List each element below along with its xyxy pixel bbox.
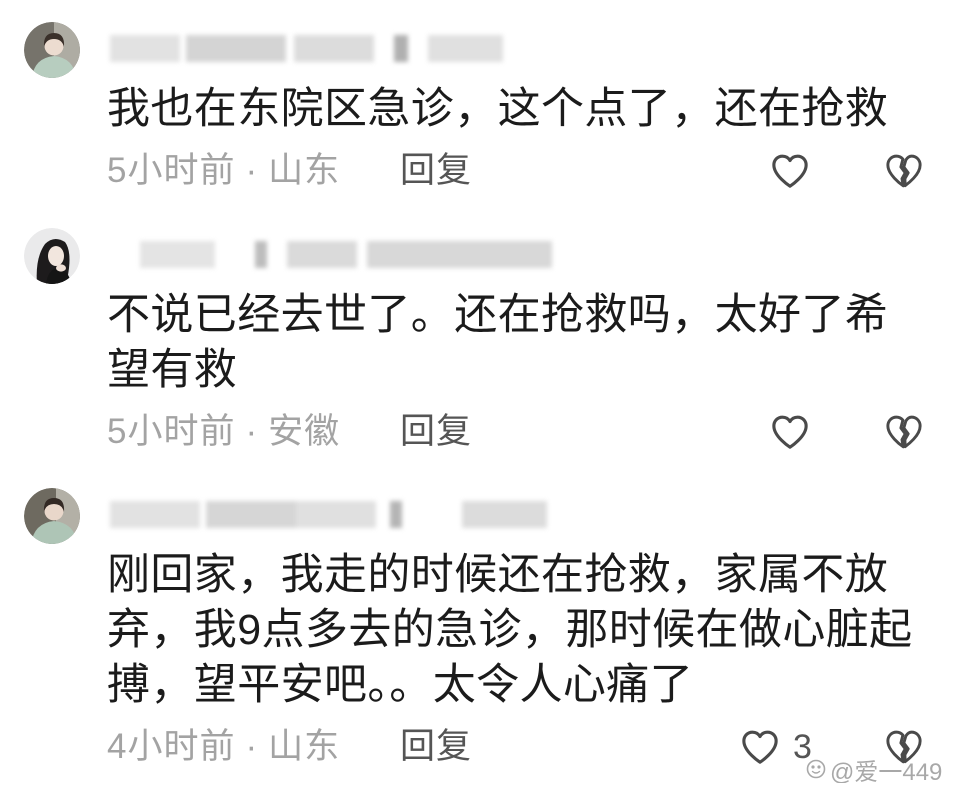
comment-time: 5小时前	[107, 412, 236, 451]
like-button[interactable]	[738, 725, 782, 769]
like-button[interactable]	[768, 149, 812, 193]
username-blur-block	[110, 501, 200, 528]
username-blur-block	[140, 241, 215, 268]
watermark-logo-icon	[806, 759, 826, 779]
heart-outline-icon	[742, 730, 778, 764]
username-blur-gap	[286, 35, 294, 62]
meta-separator: ·	[245, 151, 259, 190]
heart-outline-icon	[772, 415, 808, 449]
comment-location: 山东	[268, 727, 341, 766]
username-blur-block	[186, 35, 286, 62]
comment-text-line: 刚回家，我走的时候还在抢救，家属不放	[107, 551, 889, 599]
comment-text-line: 弃，我9点多去的急诊，那时候在做心脏起	[107, 606, 913, 654]
username-blur-gap	[215, 241, 255, 268]
username-blurred[interactable]	[110, 501, 547, 528]
avatar[interactable]	[24, 488, 80, 544]
avatar[interactable]	[24, 22, 80, 78]
comment-text-line: 我也在东院区急诊，这个点了，还在抢救	[107, 85, 889, 133]
comment-meta: 5小时前 · 山东 回复	[107, 147, 957, 195]
reply-button[interactable]: 回复	[400, 408, 472, 456]
comment-time: 4小时前	[107, 727, 236, 766]
watermark-text: @爱一449	[830, 758, 943, 784]
username-blur-block	[394, 35, 408, 62]
comment-text: 我也在东院区急诊，这个点了，还在抢救	[107, 82, 957, 137]
username-blur-block	[390, 501, 402, 528]
username-blur-block	[255, 241, 267, 268]
comment-meta-info: 5小时前 · 安徽	[107, 408, 340, 456]
broken-heart-icon	[886, 154, 922, 188]
username-blur-gap	[376, 501, 390, 528]
comment-meta: 5小时前 · 安徽 回复	[107, 408, 957, 456]
comment-body: 不说已经去世了。还在抢救吗，太好了希 望有救 5小时前 · 安徽 回复	[107, 288, 957, 456]
comment-list: 我也在东院区急诊，这个点了，还在抢救 5小时前 · 山东 回复 不说已经去世了。…	[0, 0, 970, 800]
username-blurred[interactable]	[140, 241, 552, 268]
comment-body: 刚回家，我走的时候还在抢救，家属不放 弃，我9点多去的急诊，那时候在做心脏起 搏…	[107, 548, 957, 771]
dislike-button[interactable]	[882, 410, 926, 454]
username-blur-block	[206, 501, 296, 528]
username-blur-block	[462, 501, 547, 528]
username-blur-block	[110, 35, 180, 62]
comment-text-line: 不说已经去世了。还在抢救吗，太好了希	[107, 291, 889, 339]
avatar-image	[24, 22, 80, 78]
username-blurred[interactable]	[110, 35, 503, 62]
comment-location: 安徽	[268, 412, 341, 451]
username-blur-block	[367, 241, 552, 268]
broken-heart-icon	[886, 415, 922, 449]
username-blur-gap	[357, 241, 367, 268]
avatar-image	[24, 228, 80, 284]
reply-button[interactable]: 回复	[400, 147, 472, 195]
watermark: @爱一449	[806, 755, 942, 783]
comment-text: 不说已经去世了。还在抢救吗，太好了希 望有救	[107, 288, 957, 398]
comment-meta-info: 5小时前 · 山东	[107, 147, 340, 195]
username-blur-block	[296, 501, 376, 528]
username-blur-gap	[267, 241, 287, 268]
like-button[interactable]	[768, 410, 812, 454]
username-blur-gap	[408, 35, 428, 62]
username-blur-block	[294, 35, 374, 62]
avatar[interactable]	[24, 228, 80, 284]
comment-text: 刚回家，我走的时候还在抢救，家属不放 弃，我9点多去的急诊，那时候在做心脏起 搏…	[107, 548, 957, 713]
reply-button[interactable]: 回复	[400, 723, 472, 771]
heart-outline-icon	[772, 154, 808, 188]
meta-separator: ·	[245, 412, 259, 451]
comment-text-line: 搏，望平安吧。。太令人心痛了	[107, 661, 694, 709]
comment-meta-info: 4小时前 · 山东	[107, 723, 340, 771]
username-blur-gap	[374, 35, 394, 62]
comment-time: 5小时前	[107, 151, 236, 190]
comment-body: 我也在东院区急诊，这个点了，还在抢救 5小时前 · 山东 回复	[107, 82, 957, 195]
username-blur-gap	[402, 501, 462, 528]
dislike-button[interactable]	[882, 149, 926, 193]
username-blur-block	[287, 241, 357, 268]
comment-location: 山东	[268, 151, 341, 190]
avatar-image	[24, 488, 80, 544]
meta-separator: ·	[245, 727, 259, 766]
username-blur-block	[428, 35, 503, 62]
comment-text-line: 望有救	[107, 346, 238, 394]
